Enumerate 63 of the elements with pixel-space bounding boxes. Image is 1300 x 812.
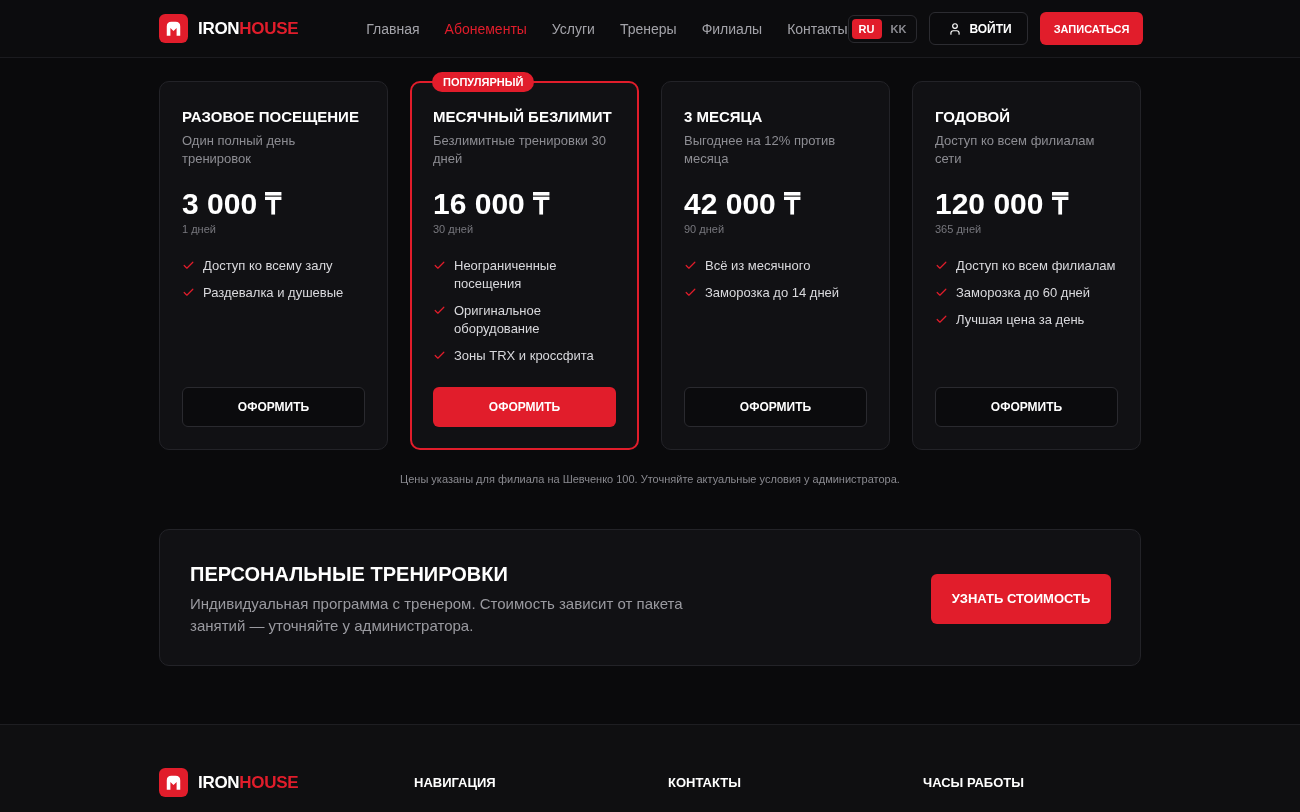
- check-icon: [182, 259, 195, 272]
- language-option[interactable]: RU: [851, 18, 882, 39]
- nav-link[interactable]: Абонементы: [444, 20, 527, 37]
- check-icon: [935, 259, 948, 272]
- order-button[interactable]: ОФОРМИТЬ: [433, 387, 616, 427]
- check-icon: [935, 313, 948, 326]
- plan-duration: 90 дней: [684, 223, 726, 235]
- check-icon: [684, 286, 697, 299]
- plan-title: МЕСЯЧНЫЙ БЕЗЛИМИТ: [433, 107, 613, 127]
- popular-badge: ПОПУЛЯРНЫЙ: [432, 72, 535, 92]
- language-option[interactable]: KK: [883, 18, 914, 39]
- order-button[interactable]: ОФОРМИТЬ: [684, 387, 867, 427]
- plan-description: Доступ ко всем филиалам сети: [935, 132, 1096, 168]
- check-icon: [433, 304, 446, 317]
- feature-text: Зоны TRX и кроссфита: [454, 347, 594, 365]
- nav-link[interactable]: Главная: [366, 20, 420, 37]
- plan-description: Выгоднее на 12% против месяца: [684, 132, 837, 168]
- footer-heading: ЧАСЫ РАБОТЫ: [923, 775, 1025, 790]
- plan-price: 120 000 ₸: [935, 186, 1070, 222]
- plan-duration: 1 дней: [182, 223, 217, 235]
- check-icon: [433, 349, 446, 362]
- nav-link[interactable]: Тренеры: [619, 20, 677, 37]
- plan-description: Безлимитные тренировки 30 дней: [433, 132, 607, 168]
- feature-text: Заморозка до 60 дней: [956, 284, 1091, 302]
- check-icon: [935, 286, 948, 299]
- footer-heading: КОНТАКТЫ: [668, 775, 742, 790]
- plan-title: 3 МЕСЯЦА: [684, 107, 764, 127]
- feature-text: Доступ ко всему залу: [203, 257, 333, 275]
- feature-text: Лучшая цена за день: [956, 311, 1085, 329]
- footer-heading: НАВИГАЦИЯ: [414, 775, 497, 790]
- user-icon: [948, 21, 963, 36]
- feature-text: Заморозка до 14 дней: [705, 284, 840, 302]
- price-note: Цены указаны для филиала на Шевченко 100. Уточняйте актуальные условия у администратора.: [399, 473, 901, 485]
- order-button[interactable]: ОФОРМИТЬ: [182, 387, 365, 427]
- feature-text: Доступ ко всем филиалам: [956, 257, 1116, 275]
- personal-training-description: Индивидуальная программа с тренером. Стоимость зависит от пакета занятий — уточняйте у администратора.: [190, 594, 684, 636]
- plan-price: 3 000 ₸: [182, 186, 283, 222]
- plan-description: Один полный день тренировок: [182, 132, 297, 168]
- nav-link[interactable]: Контакты: [787, 20, 848, 37]
- logo-wordmark[interactable]: IRONHOUSE: [198, 18, 299, 39]
- plan-title: РАЗОВОЕ ПОСЕЩЕНИЕ: [182, 107, 360, 127]
- logo-icon: [159, 768, 188, 797]
- personal-training-title: ПЕРСОНАЛЬНЫЕ ТРЕНИРОВКИ: [190, 562, 509, 587]
- cost-button[interactable]: УЗНАТЬ СТОИМОСТЬ: [931, 573, 1111, 624]
- order-button[interactable]: ОФОРМИТЬ: [935, 387, 1118, 427]
- plan-price: 16 000 ₸: [433, 186, 551, 222]
- plan-title: ГОДОВОЙ: [935, 107, 1012, 127]
- plan-duration: 30 дней: [433, 223, 475, 235]
- check-icon: [684, 259, 697, 272]
- login-button[interactable]: ВОЙТИ: [929, 12, 1028, 45]
- check-icon: [433, 259, 446, 272]
- plan-duration: 365 дней: [935, 223, 983, 235]
- nav-link[interactable]: Услуги: [551, 20, 595, 37]
- plan-price: 42 000 ₸: [684, 186, 802, 222]
- logo-wordmark[interactable]: IRONHOUSE: [198, 772, 299, 793]
- feature-text: Всё из месячного: [705, 257, 811, 275]
- check-icon: [182, 286, 195, 299]
- signup-button[interactable]: ЗАПИСАТЬСЯ: [1039, 12, 1144, 45]
- nav-link[interactable]: Филиалы: [701, 20, 763, 37]
- feature-text: Оригинальное оборудование: [454, 302, 542, 338]
- logo-icon: [159, 14, 188, 43]
- feature-text: Раздевалка и душевые: [203, 284, 344, 302]
- feature-text: Неограниченные посещения: [454, 257, 558, 293]
